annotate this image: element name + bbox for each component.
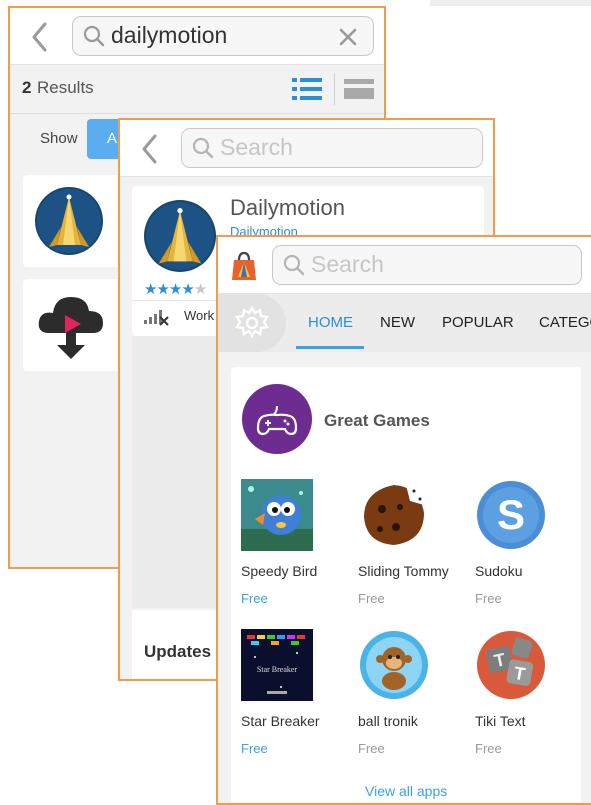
sudoku-icon: S [477, 481, 545, 549]
marketplace-logo-icon [232, 251, 256, 280]
search-input[interactable]: Search [272, 245, 582, 285]
app-tile[interactable]: TT Tiki Text Free [475, 629, 575, 759]
no-signal-icon [144, 310, 169, 326]
app-price: Free [475, 741, 502, 756]
gamepad-icon [256, 405, 298, 436]
result-item[interactable] [23, 175, 127, 267]
tab-bar: HOME NEW POPULAR CATEGO [218, 294, 591, 352]
search-input[interactable]: dailymotion [72, 16, 374, 56]
sliding-tommy-icon [364, 485, 424, 545]
tab-active-indicator [296, 346, 364, 349]
view-all-apps-link[interactable]: View all apps [365, 783, 447, 799]
app-name: Speedy Bird [241, 563, 318, 579]
view-divider [334, 73, 335, 105]
results-label: Results [37, 78, 94, 97]
star-breaker-icon-text: Star Breaker [257, 665, 298, 674]
svg-text:S: S [497, 491, 525, 538]
app-price: Free [358, 741, 385, 756]
search-input[interactable]: Search [181, 128, 483, 168]
app-tile[interactable]: Speedy Bird Free [241, 479, 349, 609]
app-name: ball tronik [358, 713, 418, 729]
star-icon: ★ [156, 281, 169, 298]
rating-stars: ★★★★★ [144, 280, 207, 298]
app-name: Tiki Text [475, 713, 526, 729]
list-view-icon[interactable] [292, 77, 322, 101]
star-icon: ★ [181, 281, 194, 298]
app-name: Sliding Tommy [358, 563, 449, 579]
background-decoration [430, 0, 591, 6]
search-placeholder: Search [220, 134, 293, 160]
app-price: Free [475, 591, 502, 606]
app-price: Free [241, 741, 268, 756]
app-price: Free [358, 591, 385, 606]
cloud-download-app-icon [38, 297, 103, 359]
home-header: Search [218, 237, 591, 294]
back-icon[interactable] [30, 20, 48, 54]
app-name: Sudoku [475, 563, 523, 579]
dailymotion-app-icon [144, 200, 216, 272]
ball-tronik-icon [360, 631, 428, 699]
show-label: Show [40, 130, 78, 147]
gear-icon [235, 305, 269, 339]
search-icon [192, 137, 214, 159]
app-tile[interactable]: Sliding Tommy Free [358, 479, 466, 609]
app-tile[interactable]: Star Breaker Star Breaker Free [241, 629, 349, 759]
tab-home[interactable]: HOME [308, 314, 353, 331]
app-tile[interactable]: ball tronik Free [358, 629, 466, 759]
dailymotion-app-icon [35, 187, 103, 255]
tiki-text-icon: TT [477, 631, 545, 699]
section-title: Great Games [324, 411, 430, 430]
tab-popular[interactable]: POPULAR [442, 314, 514, 331]
back-icon[interactable] [140, 132, 158, 166]
marketplace-home-screen: Search HOME NEW POPULAR CATEGO Great Gam… [216, 235, 591, 805]
clear-icon[interactable] [338, 27, 358, 47]
star-breaker-icon: Star Breaker [241, 629, 313, 701]
settings-button[interactable] [218, 294, 286, 352]
app-tile[interactable]: S Sudoku Free [475, 479, 575, 609]
star-icon: ★ [168, 281, 182, 298]
app-price: Free [241, 591, 268, 606]
updates-label: Updates [144, 642, 212, 661]
star-empty-icon: ★ [193, 281, 207, 298]
grid-view-icon[interactable] [344, 77, 374, 101]
app-name: Star Breaker [241, 713, 320, 729]
search-placeholder: Search [311, 251, 384, 277]
search-value: dailymotion [111, 22, 228, 48]
great-games-section: Great Games Speedy Bird Free Sliding Tom… [231, 367, 581, 803]
search-header: dailymotion [10, 8, 384, 65]
search-icon [83, 25, 105, 47]
star-icon: ★ [144, 281, 157, 298]
speedy-bird-icon [241, 479, 313, 551]
tab-categories[interactable]: CATEGO [539, 314, 591, 331]
compat-text: Work [184, 308, 215, 323]
results-count: 2 [22, 78, 32, 97]
app-name: Dailymotion [230, 195, 345, 220]
search-icon [283, 254, 305, 276]
results-bar: 2 Results [10, 65, 384, 114]
games-category-icon [242, 384, 312, 454]
result-item[interactable] [23, 279, 127, 371]
detail-header: Search [120, 120, 493, 177]
tab-new[interactable]: NEW [380, 314, 415, 331]
